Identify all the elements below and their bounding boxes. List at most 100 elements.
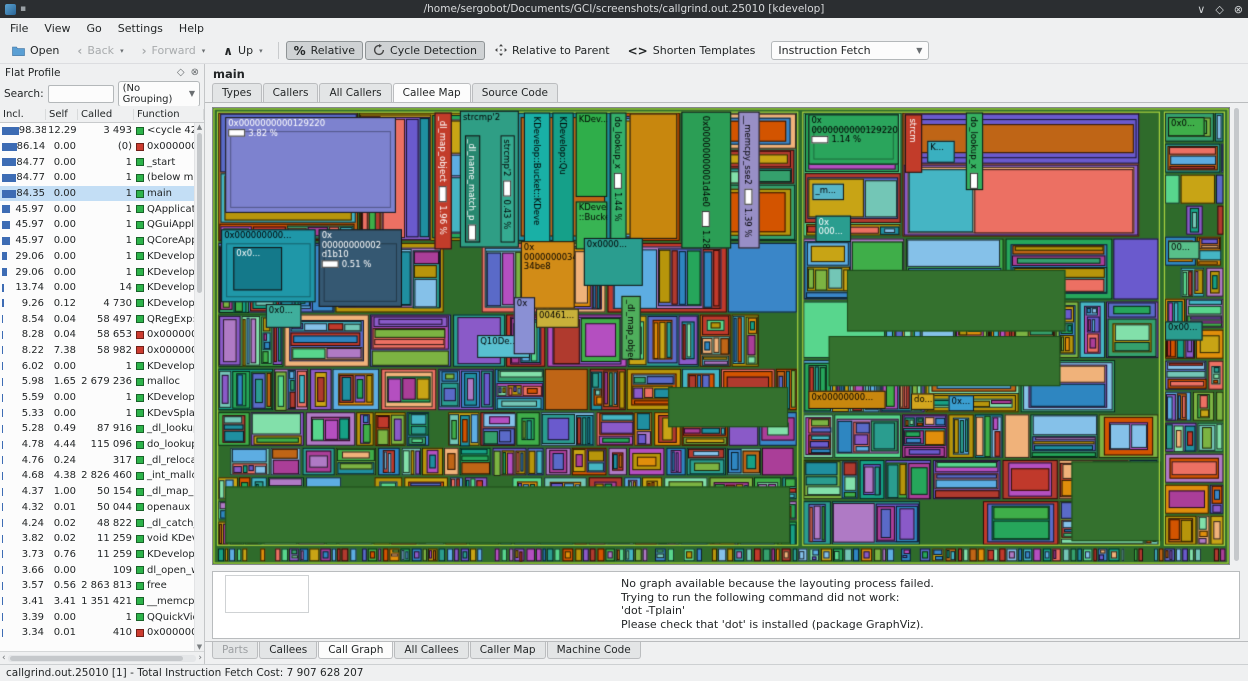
callee-map-treemap[interactable] — [212, 107, 1230, 565]
table-row[interactable]: 45.970.001QApplicatio... — [0, 201, 194, 217]
open-button[interactable]: Open — [4, 41, 67, 60]
tab-parts[interactable]: Parts — [212, 642, 258, 659]
table-row[interactable]: 29.060.001KDevelop::... — [0, 264, 194, 280]
tab-callees[interactable]: Callees — [259, 642, 317, 659]
table-row[interactable]: 4.320.0150 044openaux — [0, 500, 194, 516]
minimize-button[interactable]: ∨ — [1197, 3, 1205, 16]
function-color-swatch — [136, 268, 144, 276]
table-row[interactable]: 3.660.00109dl_open_w... — [0, 562, 194, 578]
table-row[interactable]: 3.730.7611 259KDevelop::... — [0, 547, 194, 563]
table-row[interactable]: 3.390.001QQuickVie... — [0, 609, 194, 625]
forward-button[interactable]: › Forward ▾ — [134, 41, 214, 60]
back-icon: ‹ — [77, 46, 82, 56]
event-type-combobox[interactable]: Instruction Fetch ▼ — [771, 41, 929, 60]
back-button[interactable]: ‹ Back ▾ — [69, 41, 131, 60]
column-function[interactable]: Function — [134, 109, 204, 120]
table-row[interactable]: 3.340.014100x00000000... — [0, 625, 194, 641]
grouping-combobox[interactable]: (No Grouping) ▼ — [118, 81, 200, 107]
table-horizontal-scrollbar[interactable]: ‹ › — [0, 651, 204, 664]
table-header[interactable]: Incl. Self Called Function — [0, 106, 204, 123]
table-row[interactable]: 8.280.0458 6530x00000000... — [0, 327, 194, 343]
scroll-down-icon[interactable]: ▼ — [197, 643, 202, 651]
cell-incl: 45.97 — [0, 235, 46, 246]
table-row[interactable]: 29.060.001KDevelop::... — [0, 249, 194, 265]
event-type-value: Instruction Fetch — [778, 44, 870, 57]
column-self[interactable]: Self — [46, 109, 78, 120]
up-button[interactable]: ∧ Up ▾ — [215, 41, 270, 60]
table-row[interactable]: 3.413.411 351 421__memcpy... — [0, 594, 194, 610]
cell-called: 109 — [78, 565, 134, 576]
close-dock-icon[interactable]: ⊗ — [191, 67, 199, 78]
table-vertical-scrollbar[interactable]: ▲ ▼ — [194, 123, 204, 651]
cell-called: 2 679 236 — [78, 376, 134, 387]
menu-item-settings[interactable]: Settings — [110, 20, 171, 37]
table-row[interactable]: 45.970.001QGuiApplic... — [0, 217, 194, 233]
scroll-up-icon[interactable]: ▲ — [197, 123, 202, 131]
cell-self: 0.00 — [46, 612, 78, 623]
table-row[interactable]: 4.684.382 826 460_int_mallo... — [0, 468, 194, 484]
search-input[interactable] — [48, 85, 114, 103]
scroll-right-icon[interactable]: › — [198, 653, 202, 663]
table-row[interactable]: 86.140.00(0)0x00000000... — [0, 139, 194, 155]
column-called[interactable]: Called — [78, 109, 134, 120]
tab-call-graph[interactable]: Call Graph — [318, 642, 393, 659]
cell-incl: 84.35 — [0, 188, 46, 199]
relative-to-parent-toggle[interactable]: Relative to Parent — [487, 41, 618, 60]
tab-callee-map[interactable]: Callee Map — [393, 83, 471, 102]
table-row[interactable]: 6.020.001KDevelop::... — [0, 358, 194, 374]
table-row[interactable]: 3.570.562 863 813free — [0, 578, 194, 594]
table-row[interactable]: 4.371.0050 154_dl_map_o... — [0, 484, 194, 500]
tab-machine-code[interactable]: Machine Code — [547, 642, 641, 659]
treemap-vertical-scrollbar[interactable] — [1232, 107, 1241, 565]
table-row[interactable]: 84.350.001main — [0, 186, 194, 202]
function-color-swatch — [136, 519, 144, 527]
column-incl[interactable]: Incl. — [0, 109, 46, 120]
table-row[interactable]: 45.970.001QCoreAppl... — [0, 233, 194, 249]
incl-cost-bar — [2, 409, 3, 417]
table-row[interactable]: 4.240.0248 822_dl_catch_... — [0, 515, 194, 531]
cell-function: KDevSplas... — [134, 408, 194, 419]
menu-item-help[interactable]: Help — [171, 20, 212, 37]
cell-self: 0.76 — [46, 549, 78, 560]
table-row[interactable]: 98.3812.293 493<cycle 42> — [0, 123, 194, 139]
table-row[interactable]: 5.981.652 679 236malloc — [0, 374, 194, 390]
cell-function: (below mai... — [134, 172, 194, 183]
tab-types[interactable]: Types — [212, 83, 262, 102]
table-row[interactable]: 5.330.001KDevSplas... — [0, 405, 194, 421]
table-row[interactable]: 8.227.3858 9820x00000000... — [0, 343, 194, 359]
table-row[interactable]: 9.260.124 730KDevelop::... — [0, 296, 194, 312]
tab-source-code[interactable]: Source Code — [472, 83, 558, 102]
scrollbar-thumb[interactable] — [197, 133, 202, 293]
tab-caller-map[interactable]: Caller Map — [470, 642, 546, 659]
cycle-detection-toggle[interactable]: Cycle Detection — [365, 41, 485, 60]
table-row[interactable]: 5.280.4987 916_dl_lookup... — [0, 421, 194, 437]
maximize-button[interactable]: ◇ — [1215, 3, 1223, 16]
table-row[interactable]: 5.590.001KDevelop::... — [0, 390, 194, 406]
scroll-left-icon[interactable]: ‹ — [2, 653, 6, 663]
menu-item-go[interactable]: Go — [79, 20, 110, 37]
menu-item-file[interactable]: File — [2, 20, 36, 37]
function-color-swatch — [136, 629, 144, 637]
incl-cost-bar — [2, 566, 3, 574]
tab-all-callers[interactable]: All Callers — [319, 83, 391, 102]
tab-all-callees[interactable]: All Callees — [394, 642, 468, 659]
table-row[interactable]: 4.784.44115 096do_lookup... — [0, 437, 194, 453]
relative-toggle[interactable]: % Relative — [286, 41, 363, 60]
folder-icon — [12, 45, 25, 57]
table-row[interactable]: 4.760.24317_dl_relocat... — [0, 452, 194, 468]
table-row[interactable]: 84.770.001(below mai... — [0, 170, 194, 186]
incl-cost-bar — [2, 441, 3, 449]
scrollbar-thumb[interactable] — [10, 656, 184, 661]
tab-callers[interactable]: Callers — [263, 83, 319, 102]
table-row[interactable]: 13.740.0014KDevelop::... — [0, 280, 194, 296]
table-row[interactable]: 8.540.0458 497QRegExp::... — [0, 311, 194, 327]
cell-called: 50 044 — [78, 502, 134, 513]
scrollbar-thumb[interactable] — [1234, 108, 1239, 561]
shorten-templates-toggle[interactable]: <> Shorten Templates — [620, 41, 764, 60]
float-dock-icon[interactable]: ◇ — [177, 67, 185, 78]
table-row[interactable]: 84.770.001_start — [0, 154, 194, 170]
menu-item-view[interactable]: View — [36, 20, 78, 37]
table-row[interactable]: 3.820.0211 259void KDeve... — [0, 531, 194, 547]
titlebar[interactable]: ▪ /home/sergobot/Documents/GCI/screensho… — [0, 0, 1248, 18]
close-button[interactable]: ⊗ — [1234, 3, 1243, 16]
